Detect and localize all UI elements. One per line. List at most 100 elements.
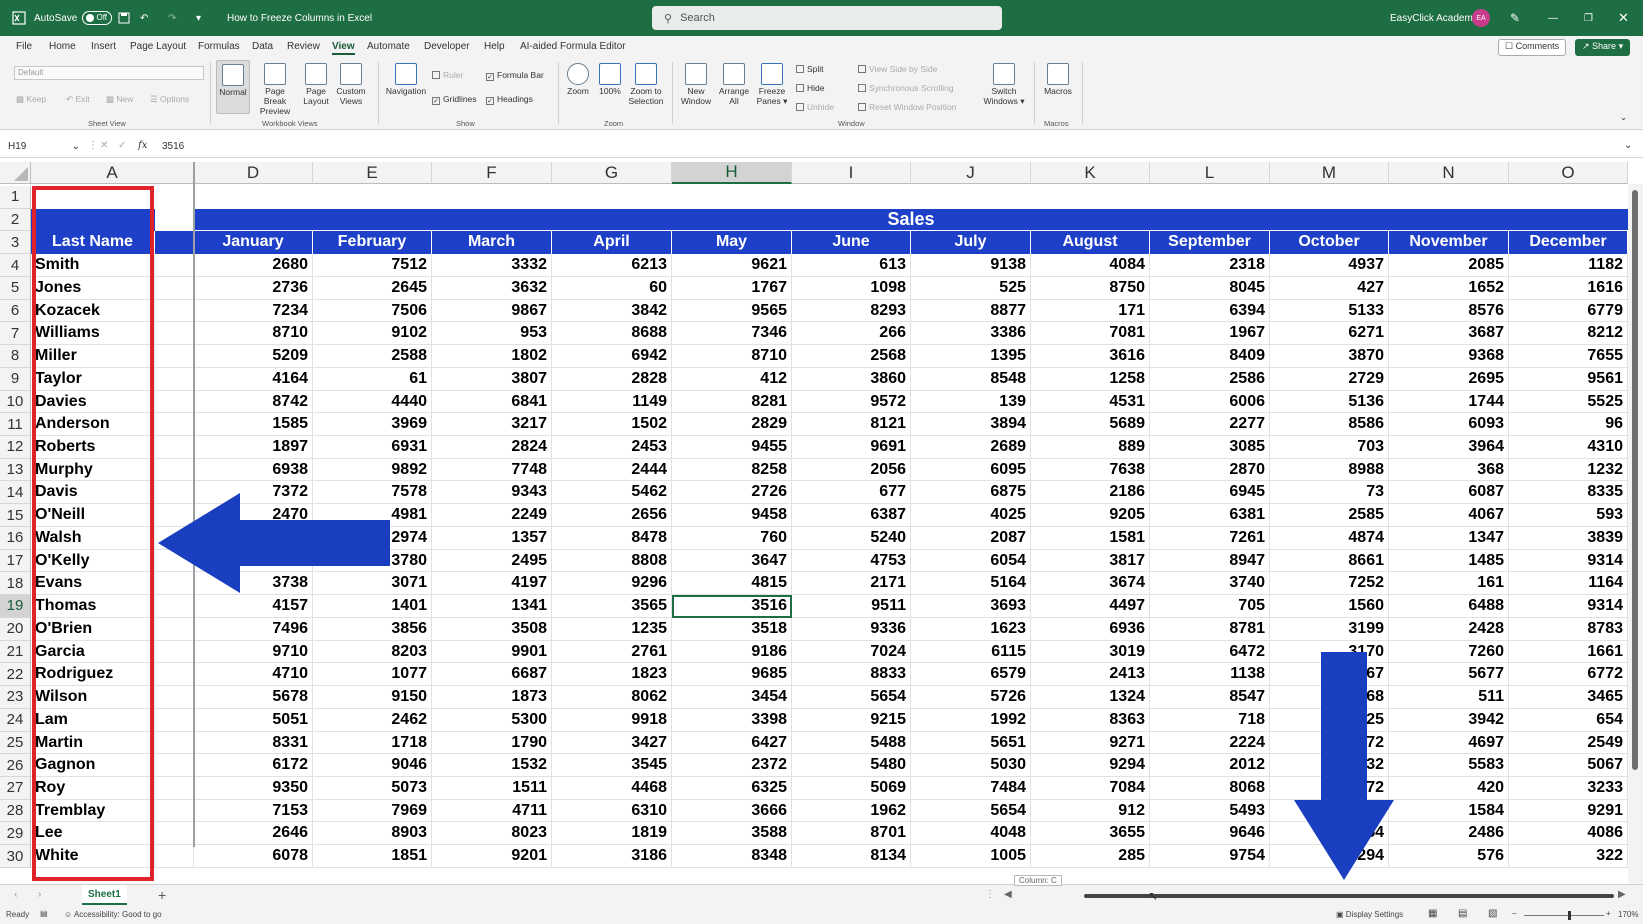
value-cell[interactable]: 5051: [194, 708, 313, 732]
column-header-d[interactable]: D: [194, 162, 313, 184]
value-cell[interactable]: 8947: [1150, 549, 1270, 573]
row-header[interactable]: 28: [0, 799, 31, 823]
value-cell[interactable]: 2549: [1509, 731, 1628, 755]
page-layout-status-icon[interactable]: ▤: [1458, 908, 1467, 919]
row-header[interactable]: 29: [0, 822, 31, 846]
value-cell[interactable]: 9621: [672, 254, 792, 277]
page-layout-button[interactable]: Page Layout: [300, 63, 332, 107]
value-cell[interactable]: 1873: [432, 686, 552, 709]
value-cell[interactable]: 9271: [1031, 731, 1150, 755]
headings-checkbox[interactable]: ✓ Headings: [486, 94, 533, 105]
value-cell[interactable]: 3780: [313, 549, 432, 573]
value-cell[interactable]: 1005: [911, 845, 1031, 868]
cell-a2[interactable]: [31, 208, 155, 232]
name-cell[interactable]: Anderson: [31, 413, 155, 437]
value-cell[interactable]: 8335: [1509, 481, 1628, 505]
value-cell[interactable]: 1954: [1270, 822, 1389, 846]
name-cell[interactable]: Wilson: [31, 686, 155, 709]
share-button[interactable]: ↗ Share ▾: [1575, 39, 1631, 56]
zoom-slider[interactable]: [1524, 915, 1604, 916]
value-cell[interactable]: 9710: [194, 640, 313, 664]
page-break-status-icon[interactable]: ▧: [1488, 908, 1497, 919]
blank-cell[interactable]: [155, 322, 194, 346]
value-cell[interactable]: 9867: [432, 299, 552, 323]
value-cell[interactable]: 6006: [1150, 390, 1270, 414]
navigation-button[interactable]: Navigation: [382, 63, 430, 97]
value-cell[interactable]: 4157: [194, 595, 313, 618]
value-cell[interactable]: 5209: [194, 345, 313, 368]
normal-view-button[interactable]: Normal: [216, 60, 250, 114]
blank-cell[interactable]: [155, 549, 194, 573]
value-cell[interactable]: 4981: [313, 504, 432, 527]
value-cell[interactable]: 9138: [911, 254, 1031, 277]
value-cell[interactable]: 2585: [1270, 504, 1389, 527]
value-cell[interactable]: 2656: [552, 504, 672, 527]
value-cell[interactable]: 2224: [1150, 731, 1270, 755]
value-cell[interactable]: 9918: [552, 708, 672, 732]
collapse-ribbon-icon[interactable]: ⌄: [1620, 112, 1627, 123]
value-cell[interactable]: 6271: [1270, 322, 1389, 346]
value-cell[interactable]: 2294: [1270, 845, 1389, 868]
value-cell[interactable]: 3687: [1389, 322, 1509, 346]
arrange-all-button[interactable]: Arrange All: [716, 63, 752, 107]
value-cell[interactable]: 6172: [194, 754, 313, 777]
blank-cell[interactable]: [155, 299, 194, 323]
customize-toolbar-icon[interactable]: ▾: [196, 0, 201, 36]
zoom-100-button[interactable]: 100%: [596, 63, 624, 97]
value-cell[interactable]: 7346: [672, 322, 792, 346]
value-cell[interactable]: 3217: [432, 413, 552, 437]
blank-cell[interactable]: [155, 345, 194, 368]
horizontal-scroll-thumb[interactable]: [1084, 894, 1614, 898]
value-cell[interactable]: 1502: [552, 413, 672, 437]
value-cell[interactable]: 1584: [1270, 799, 1389, 823]
value-cell[interactable]: 8363: [1031, 708, 1150, 732]
value-cell[interactable]: 3817: [1031, 549, 1150, 573]
value-cell[interactable]: 6938: [194, 458, 313, 482]
value-cell[interactable]: 8742: [194, 390, 313, 414]
value-cell[interactable]: 6687: [432, 663, 552, 687]
value-cell[interactable]: 3666: [672, 799, 792, 823]
value-cell[interactable]: 2428: [1389, 617, 1509, 641]
next-sheet-icon[interactable]: ›: [38, 889, 41, 900]
zoom-to-selection-button[interactable]: Zoom to Selection: [626, 63, 666, 107]
value-cell[interactable]: 6078: [194, 845, 313, 868]
value-cell[interactable]: 5300: [432, 708, 552, 732]
value-cell[interactable]: 9291: [1509, 799, 1628, 823]
menu-page-layout[interactable]: Page Layout: [130, 41, 186, 52]
macros-button[interactable]: Macros: [1040, 63, 1076, 97]
value-cell[interactable]: 1851: [313, 845, 432, 868]
value-cell[interactable]: 60: [552, 276, 672, 300]
name-cell[interactable]: O'Neill: [31, 504, 155, 527]
value-cell[interactable]: 3969: [313, 413, 432, 437]
value-cell[interactable]: 1802: [432, 345, 552, 368]
value-cell[interactable]: 5689: [1031, 413, 1150, 437]
value-cell[interactable]: 2470: [194, 504, 313, 527]
page-break-preview-button[interactable]: Page Break Preview: [253, 63, 297, 116]
sheet-tab-sheet1[interactable]: Sheet1: [82, 885, 127, 905]
value-cell[interactable]: 9565: [672, 299, 792, 323]
value-cell[interactable]: 3693: [911, 595, 1031, 618]
zoom-out-icon[interactable]: −: [1512, 909, 1517, 918]
value-cell[interactable]: 9205: [1031, 504, 1150, 527]
value-cell[interactable]: 1258: [1031, 367, 1150, 391]
value-cell[interactable]: 5067: [1509, 754, 1628, 777]
value-cell[interactable]: 161: [1389, 572, 1509, 596]
value-cell[interactable]: 5583: [1389, 754, 1509, 777]
name-cell[interactable]: Lee: [31, 822, 155, 846]
value-cell[interactable]: 953: [432, 322, 552, 346]
value-cell[interactable]: 1232: [1509, 458, 1628, 482]
row-header[interactable]: 17: [0, 549, 31, 573]
value-cell[interactable]: 8293: [792, 299, 911, 323]
value-cell[interactable]: 6213: [552, 254, 672, 277]
value-cell[interactable]: 1341: [432, 595, 552, 618]
blank-cell[interactable]: [155, 799, 194, 823]
value-cell[interactable]: 5462: [552, 481, 672, 505]
value-cell[interactable]: 2695: [1389, 367, 1509, 391]
value-cell[interactable]: 1347: [1389, 526, 1509, 550]
synchronous-scrolling-button[interactable]: Synchronous Scrolling: [858, 83, 954, 93]
blank-cell[interactable]: [155, 776, 194, 800]
value-cell[interactable]: 1616: [1509, 276, 1628, 300]
value-cell[interactable]: 4048: [911, 822, 1031, 846]
row-header[interactable]: 10: [0, 390, 31, 414]
header-cell[interactable]: September: [1150, 231, 1270, 255]
